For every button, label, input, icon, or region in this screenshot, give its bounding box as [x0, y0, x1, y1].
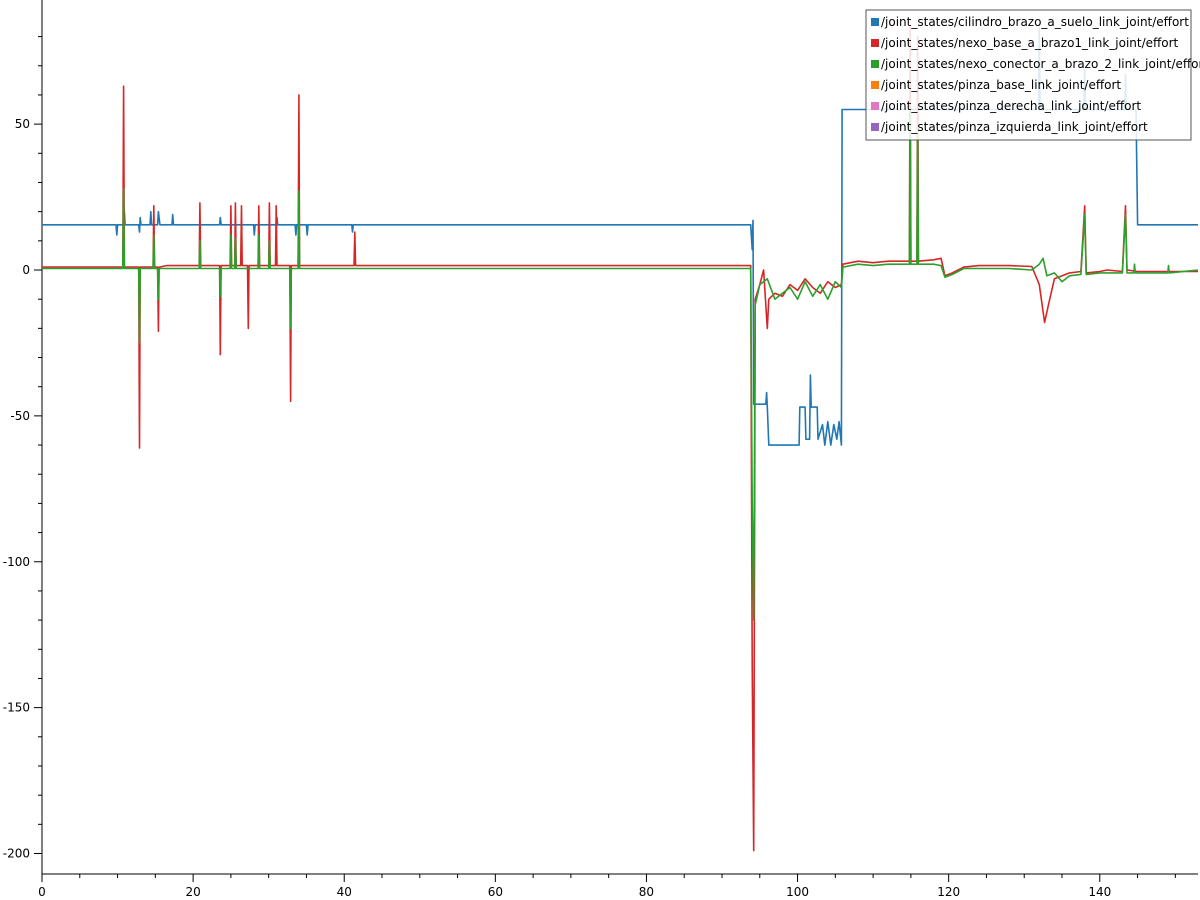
- x-tick-label: 60: [488, 885, 503, 899]
- legend-swatch[interactable]: [871, 81, 879, 89]
- y-tick-label: -100: [3, 555, 30, 569]
- y-tick-label: -150: [3, 701, 30, 715]
- legend-label[interactable]: /joint_states/pinza_izquierda_link_joint…: [881, 120, 1148, 134]
- legend-swatch[interactable]: [871, 18, 879, 26]
- y-tick-label: -50: [10, 409, 30, 423]
- x-tick-label: 100: [786, 885, 809, 899]
- x-tick-label: 40: [337, 885, 352, 899]
- plot-area[interactable]: 50 0 -50 -100 -150 -200 0 20 40 60 80 100 120 140/joi…: [0, 0, 1200, 900]
- x-tick-label: 80: [639, 885, 654, 899]
- legend-label[interactable]: /joint_states/nexo_base_a_brazo1_link_jo…: [881, 36, 1179, 50]
- x-tick-label: 140: [1088, 885, 1111, 899]
- series-line-2: [42, 27, 1198, 852]
- x-tick-label: 0: [38, 885, 46, 899]
- legend-swatch[interactable]: [871, 39, 879, 47]
- legend-swatch[interactable]: [871, 60, 879, 68]
- legend-label[interactable]: /joint_states/nexo_conector_a_brazo_2_li…: [881, 57, 1200, 71]
- x-tick-label: 20: [185, 885, 200, 899]
- series-line-3: [42, 108, 1198, 621]
- y-tick-label: 0: [22, 263, 30, 277]
- legend-label[interactable]: /joint_states/pinza_base_link_joint/effo…: [881, 78, 1121, 92]
- legend-swatch[interactable]: [871, 123, 879, 131]
- x-tick-label: 120: [937, 885, 960, 899]
- legend-label[interactable]: /joint_states/pinza_derecha_link_joint/e…: [881, 99, 1141, 113]
- legend-swatch[interactable]: [871, 102, 879, 110]
- y-tick-label: 50: [15, 117, 30, 131]
- y-tick-label: -200: [3, 847, 30, 861]
- line-chart: 50 0 -50 -100 -150 -200 0 20 40 60 80 100 120 140/joi…: [3, 0, 1200, 899]
- legend-label[interactable]: /joint_states/cilindro_brazo_a_suelo_lin…: [881, 15, 1189, 29]
